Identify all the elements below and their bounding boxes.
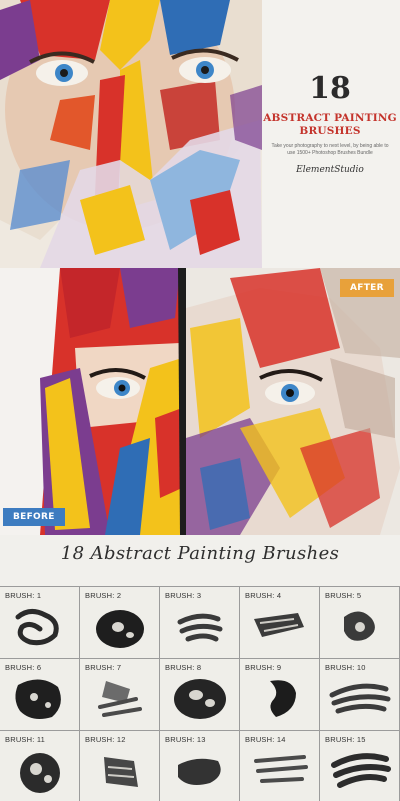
brush-cell-9: BRUSH: 9 bbox=[240, 659, 320, 731]
painted-face-artwork bbox=[0, 0, 262, 268]
brush-stroke-12 bbox=[104, 757, 138, 787]
brush-cell-5: BRUSH: 5 bbox=[320, 587, 400, 659]
brush-cell-3: BRUSH: 3 bbox=[160, 587, 240, 659]
brush-cell-8: BRUSH: 8 bbox=[160, 659, 240, 731]
brush-cell-11: BRUSH: 11 bbox=[0, 731, 80, 801]
brush-stroke-1 bbox=[15, 609, 59, 646]
brush-stroke-4 bbox=[254, 613, 304, 637]
brush-stroke-7 bbox=[98, 681, 142, 717]
brush-cell-15: BRUSH: 15 bbox=[320, 731, 400, 801]
brush-cell-1: BRUSH: 1 bbox=[0, 587, 80, 659]
brush-cell-2: BRUSH: 2 bbox=[80, 587, 160, 659]
signature-logo: ElementStudio bbox=[296, 164, 364, 175]
brush-cell-7: BRUSH: 7 bbox=[80, 659, 160, 731]
brush-cell-6: BRUSH: 6 bbox=[0, 659, 80, 731]
hero-banner: 18 ABSTRACT PAINTING BRUSHES Take your p… bbox=[0, 0, 400, 268]
brush-stroke-9 bbox=[270, 680, 296, 717]
brush-stroke-8 bbox=[174, 679, 226, 719]
brush-cell-10: BRUSH: 10 bbox=[320, 659, 400, 731]
brush-cell-12: BRUSH: 12 bbox=[80, 731, 160, 801]
brush-preview-grid: BRUSH: 1 BRUSH: 2 BRUSH: 3 BRUSH: 4 BRUS… bbox=[0, 586, 400, 801]
brush-stroke-2 bbox=[96, 610, 144, 648]
brush-stroke-5 bbox=[344, 611, 375, 641]
hero-title-line2: BRUSHES bbox=[299, 124, 361, 137]
brush-stroke-3 bbox=[177, 613, 223, 642]
brush-cell-13: BRUSH: 13 bbox=[160, 731, 240, 801]
brush-stroke-6 bbox=[15, 679, 61, 719]
brush-cell-4: BRUSH: 4 bbox=[240, 587, 320, 659]
hero-title: ABSTRACT PAINTING BRUSHES bbox=[262, 112, 398, 137]
brush-stroke-11 bbox=[20, 753, 60, 793]
brush-stroke-14 bbox=[254, 755, 308, 783]
brush-grid-title: 18 Abstract Painting Brushes bbox=[60, 543, 340, 564]
before-after-comparison: AFTER BEFORE bbox=[0, 268, 400, 535]
hero-title-line1: ABSTRACT PAINTING bbox=[263, 112, 397, 124]
hero-text-block: 18 ABSTRACT PAINTING BRUSHES Take your p… bbox=[262, 74, 398, 175]
brush-cell-14: BRUSH: 14 bbox=[240, 731, 320, 801]
brush-stroke-10 bbox=[329, 683, 391, 714]
after-label: AFTER bbox=[340, 279, 394, 297]
before-label: BEFORE bbox=[3, 508, 65, 526]
before-after-artwork bbox=[0, 268, 400, 535]
hero-subtitle: Take your photography to next level, by … bbox=[271, 143, 389, 156]
brush-stroke-13 bbox=[178, 758, 221, 785]
brush-stroke-15 bbox=[331, 753, 391, 788]
hero-number: 18 bbox=[309, 71, 351, 106]
